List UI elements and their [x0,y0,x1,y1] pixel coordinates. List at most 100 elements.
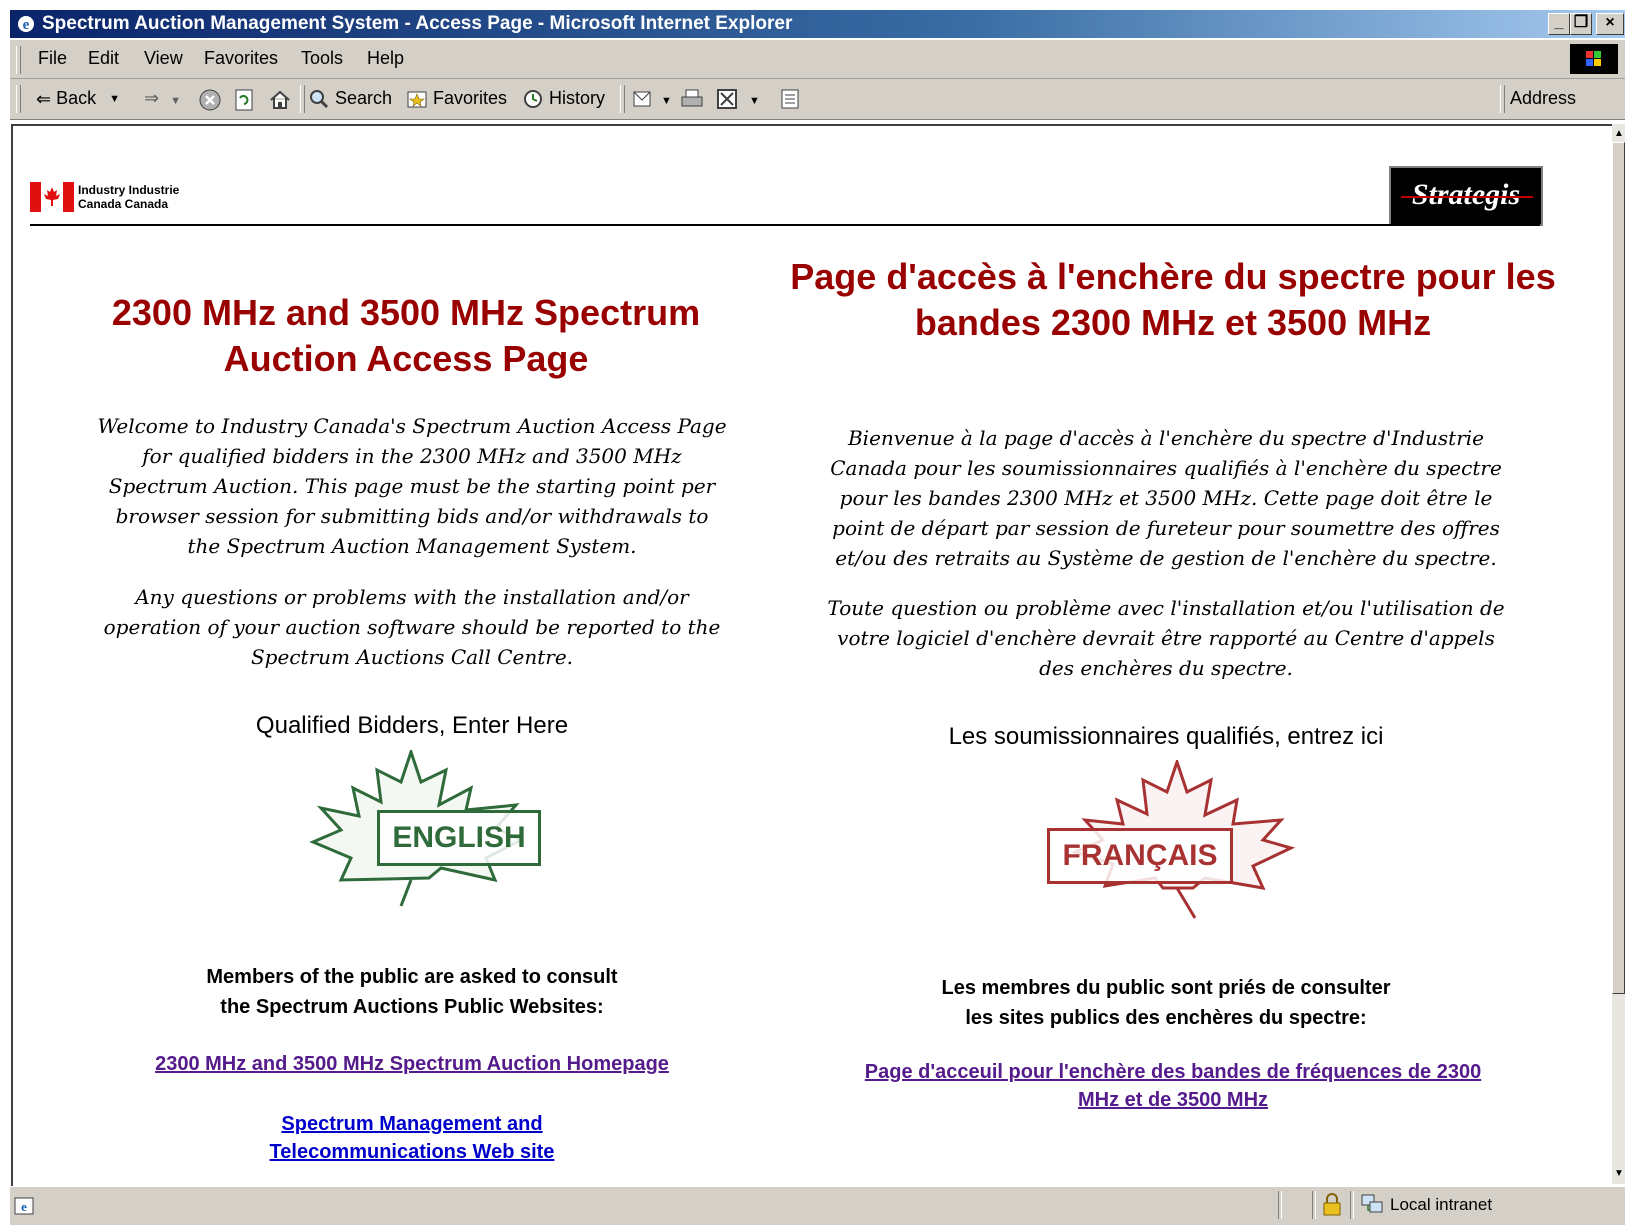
edit-button[interactable]: ▼ [716,88,760,110]
header-divider [30,224,1540,226]
menu-edit[interactable]: Edit [88,48,119,69]
scrollbar-thumb[interactable] [1612,142,1625,994]
spectrum-management-link[interactable]: Spectrum Management and Telecommunicatio… [97,1110,727,1166]
title-bar[interactable]: e Spectrum Auction Management System - A… [10,10,1625,38]
forward-button[interactable]: ⇒ ▼ [144,88,181,109]
edit-page-icon [717,89,737,110]
lock-icon [1322,1193,1342,1222]
chevron-down-icon[interactable]: ▼ [170,95,181,107]
french-public-line1: Les membres du public sont priés de cons… [941,977,1391,999]
french-public-text: Les membres du public sont priés de cons… [821,973,1511,1033]
auction-homepage-link[interactable]: 2300 MHz and 3500 MHz Spectrum Auction H… [97,1050,727,1078]
french-public-line2: les sites publics des enchères du spectr… [965,1007,1367,1029]
menubar-grip [16,46,21,74]
toolbar-separator [300,85,305,113]
english-public-line2: the Spectrum Auctions Public Websites: [220,996,604,1018]
chevron-down-icon[interactable]: ▼ [109,93,120,105]
discuss-icon [781,89,799,109]
stop-button[interactable] [198,88,222,112]
window-title: Spectrum Auction Management System - Acc… [42,13,793,34]
print-button[interactable] [680,88,704,110]
history-button[interactable]: History [522,88,605,110]
english-public-line1: Members of the public are asked to consu… [206,966,618,988]
spectrum-management-link-line2: Telecommunications Web site [269,1141,555,1163]
logo-text-line2: Canada Canada [78,197,169,211]
menu-file[interactable]: File [38,48,67,69]
english-entry-button[interactable]: ENGLISH [281,747,561,910]
local-intranet-icon [1360,1193,1384,1220]
desktop-strip [0,0,1625,10]
logo-text-line1: Industry Industrie [78,183,180,197]
english-questions-text: Any questions or problems with the insta… [103,585,721,669]
page-content: Industry Industrie Canada Canada Strateg… [11,124,1614,1186]
scroll-up-arrow-icon[interactable]: ▲ [1614,128,1624,139]
french-welcome-text: Bienvenue à la page d'accès à l'enchère … [830,426,1502,570]
english-public-text: Members of the public are asked to consu… [97,962,727,1022]
status-divider [1312,1191,1316,1219]
search-icon [310,90,329,109]
restore-button[interactable]: ❐ [1570,13,1592,35]
close-button[interactable]: × [1596,13,1624,35]
french-questions-text: Toute question ou problème avec l'instal… [827,596,1505,680]
industry-canada-logo[interactable]: Industry Industrie Canada Canada [30,182,179,217]
history-label: History [549,88,606,108]
back-button[interactable]: ⇐ Back ▼ [36,88,120,110]
french-entry-button[interactable]: FRANÇAIS [1045,757,1315,920]
english-leaf-label: ENGLISH [377,810,541,866]
search-button[interactable]: Search [308,88,392,110]
strategis-arrow-icon [1401,196,1533,198]
toolbar: ⇐ Back ▼ ⇒ ▼ Search Favorites History ▼ … [10,79,1625,120]
minimize-button[interactable]: _ [1548,13,1570,35]
refresh-button[interactable] [234,88,256,112]
history-icon [524,90,542,109]
page-status-icon: e [14,1195,36,1222]
toolbar-grip [16,85,21,113]
back-arrow-icon: ⇐ [36,88,52,109]
canada-flag-icon [30,182,74,212]
discuss-button[interactable] [780,88,800,110]
windows-logo-icon [1570,44,1618,74]
menu-help[interactable]: Help [367,48,404,69]
mail-icon [633,91,651,107]
zone-label: Local intranet [1390,1195,1493,1214]
english-enter-heading: Qualified Bidders, Enter Here [255,712,569,739]
vertical-scrollbar[interactable]: ▲ ▼ [1612,124,1625,1184]
toolbar-separator [620,85,625,113]
status-bar: e Local intranet [10,1186,1625,1225]
menu-view[interactable]: View [144,48,183,69]
french-enter-heading: Les soumissionnaires qualifiés, entrez i… [948,723,1384,750]
back-label: Back [56,88,97,108]
forward-arrow-icon: ⇒ [144,88,160,108]
menu-favorites[interactable]: Favorites [204,48,278,69]
svg-text:e: e [21,1199,27,1214]
favorites-icon [407,91,427,108]
english-welcome-text: Welcome to Industry Canada's Spectrum Au… [97,414,727,558]
refresh-icon [235,89,253,111]
search-label: Search [335,88,393,108]
home-icon [270,90,290,109]
scroll-down-arrow-icon[interactable]: ▼ [1614,1168,1624,1179]
strategis-logo[interactable]: Strategis [1389,166,1543,226]
menu-tools[interactable]: Tools [301,48,343,69]
stop-icon [199,89,221,111]
chevron-down-icon[interactable]: ▼ [749,95,760,107]
french-auction-homepage-link[interactable]: Page d'acceuil pour l'enchère des bandes… [853,1058,1493,1114]
status-divider [1350,1191,1354,1219]
svg-text:e: e [23,17,30,33]
mail-button[interactable]: ▼ [632,88,672,110]
ie-logo-icon: e [16,14,36,34]
address-label: Address [1510,88,1577,108]
toolbar-separator [1500,85,1505,113]
status-divider [1278,1191,1282,1219]
favorites-label: Favorites [433,88,508,108]
spectrum-management-link-line1: Spectrum Management and [281,1113,543,1135]
french-title: Page d'accès à l'enchère du spectre pour… [790,256,1556,343]
chevron-down-icon[interactable]: ▼ [661,95,672,107]
french-leaf-label: FRANÇAIS [1047,828,1233,884]
favorites-button[interactable]: Favorites [406,88,507,110]
home-button[interactable] [268,88,292,112]
menu-bar: File Edit View Favorites Tools Help [10,40,1625,79]
english-title: 2300 MHz and 3500 MHz Spectrum Auction A… [111,292,701,379]
print-icon [681,89,703,107]
strategis-text: Strategis [1411,178,1521,211]
